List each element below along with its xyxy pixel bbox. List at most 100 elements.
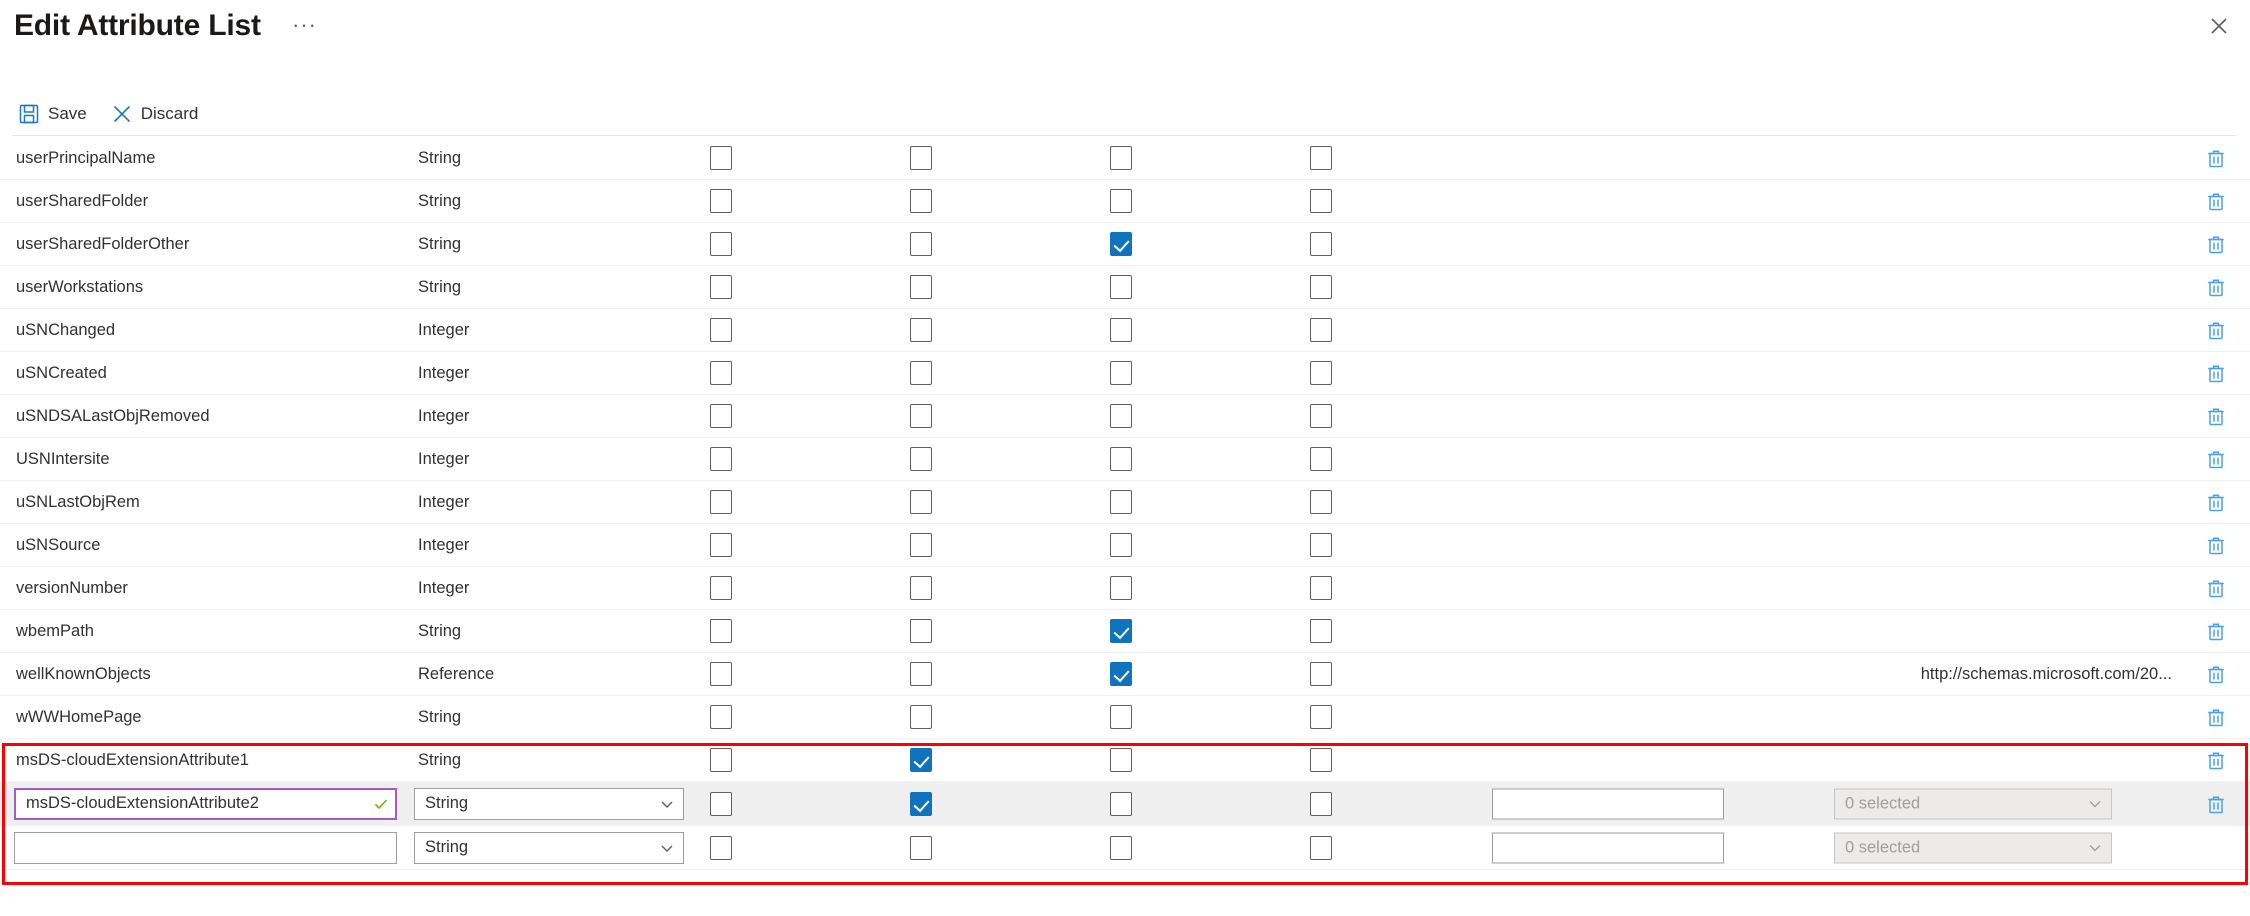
row-checkbox-col3[interactable]: [1110, 619, 1132, 643]
row-checkbox-col2[interactable]: [910, 533, 932, 557]
row-checkbox-col3[interactable]: [1110, 361, 1132, 385]
row-checkbox-col3[interactable]: [1110, 146, 1132, 170]
row-checkbox-col3[interactable]: [1110, 232, 1132, 256]
row-checkbox-col3[interactable]: [1110, 662, 1132, 686]
row-checkbox-col1[interactable]: [710, 662, 732, 686]
delete-row-button[interactable]: [2204, 748, 2228, 772]
row-checkbox-col4[interactable]: [1310, 275, 1332, 299]
delete-row-button[interactable]: [2204, 533, 2228, 557]
delete-row-button[interactable]: [2204, 232, 2228, 256]
attribute-value-input[interactable]: [1492, 788, 1724, 819]
row-checkbox-col1[interactable]: [710, 404, 732, 428]
row-checkbox-col3[interactable]: [1110, 490, 1132, 514]
row-checkbox-col4[interactable]: [1310, 146, 1332, 170]
row-checkbox-col3[interactable]: [1110, 533, 1132, 557]
row-checkbox-col1[interactable]: [710, 447, 732, 471]
row-checkbox-col1[interactable]: [710, 318, 732, 342]
row-checkbox-col2[interactable]: [910, 447, 932, 471]
delete-row-button[interactable]: [2204, 576, 2228, 600]
attribute-type-cell: String: [418, 707, 462, 726]
row-checkbox-col4[interactable]: [1310, 189, 1332, 213]
row-checkbox-col4[interactable]: [1310, 748, 1332, 772]
row-checkbox-col1[interactable]: [710, 533, 732, 557]
row-checkbox-col1[interactable]: [710, 705, 732, 729]
row-checkbox-col2[interactable]: [910, 791, 932, 816]
attribute-type-dropdown[interactable]: String: [414, 787, 684, 820]
attribute-name-cell: uSNDSALastObjRemoved: [16, 406, 210, 425]
delete-row-button[interactable]: [2204, 404, 2228, 428]
row-checkbox-col3[interactable]: [1110, 275, 1132, 299]
delete-row-button[interactable]: [2204, 490, 2228, 514]
row-checkbox-col4[interactable]: [1310, 404, 1332, 428]
row-checkbox-col4[interactable]: [1310, 318, 1332, 342]
row-checkbox-col1[interactable]: [710, 490, 732, 514]
row-checkbox-col1[interactable]: [710, 619, 732, 643]
row-checkbox-col3[interactable]: [1110, 404, 1132, 428]
row-checkbox-col1[interactable]: [710, 361, 732, 385]
row-checkbox-col1[interactable]: [710, 748, 732, 772]
row-checkbox-col4[interactable]: [1310, 490, 1332, 514]
row-checkbox-col2[interactable]: [910, 232, 932, 256]
delete-row-button[interactable]: [2204, 275, 2228, 299]
row-checkbox-col2[interactable]: [910, 619, 932, 643]
delete-row-button[interactable]: [2204, 792, 2228, 816]
row-checkbox-col2[interactable]: [910, 404, 932, 428]
row-checkbox-col4[interactable]: [1310, 705, 1332, 729]
attribute-type-dropdown[interactable]: String: [414, 831, 684, 864]
attribute-name-cell: userWorkstations: [16, 277, 144, 296]
row-checkbox-col3[interactable]: [1110, 835, 1132, 860]
row-checkbox-col3[interactable]: [1110, 447, 1132, 471]
delete-row-button[interactable]: [2204, 619, 2228, 643]
row-checkbox-col4[interactable]: [1310, 835, 1332, 860]
delete-row-button[interactable]: [2204, 705, 2228, 729]
command-bar: Save Discard: [0, 92, 2250, 136]
row-checkbox-col1[interactable]: [710, 835, 732, 860]
row-checkbox-col4[interactable]: [1310, 447, 1332, 471]
attribute-name-input[interactable]: [14, 787, 397, 820]
row-checkbox-col1[interactable]: [710, 275, 732, 299]
row-checkbox-col1[interactable]: [710, 576, 732, 600]
row-checkbox-col4[interactable]: [1310, 576, 1332, 600]
row-checkbox-col3[interactable]: [1110, 705, 1132, 729]
object-classes-multiselect: 0 selected: [1834, 832, 2112, 863]
delete-row-button[interactable]: [2204, 318, 2228, 342]
row-checkbox-col1[interactable]: [710, 146, 732, 170]
row-checkbox-col1[interactable]: [710, 791, 732, 816]
row-checkbox-col4[interactable]: [1310, 361, 1332, 385]
attribute-value-input[interactable]: [1492, 832, 1724, 863]
more-options-button[interactable]: ···: [292, 14, 317, 36]
row-checkbox-col4[interactable]: [1310, 791, 1332, 816]
save-button[interactable]: Save: [14, 96, 97, 132]
row-checkbox-col3[interactable]: [1110, 576, 1132, 600]
row-checkbox-col4[interactable]: [1310, 533, 1332, 557]
delete-row-button[interactable]: [2204, 447, 2228, 471]
discard-button[interactable]: Discard: [107, 96, 209, 132]
close-button[interactable]: [2202, 9, 2236, 43]
row-checkbox-col3[interactable]: [1110, 748, 1132, 772]
delete-row-button[interactable]: [2204, 189, 2228, 213]
row-checkbox-col3[interactable]: [1110, 318, 1132, 342]
row-checkbox-col4[interactable]: [1310, 619, 1332, 643]
attribute-name-input[interactable]: [14, 831, 397, 864]
trash-icon: [2208, 451, 2224, 469]
row-checkbox-col2[interactable]: [910, 318, 932, 342]
row-checkbox-col1[interactable]: [710, 189, 732, 213]
delete-row-button[interactable]: [2204, 361, 2228, 385]
row-checkbox-col2[interactable]: [910, 835, 932, 860]
row-checkbox-col2[interactable]: [910, 748, 932, 772]
delete-row-button[interactable]: [2204, 662, 2228, 686]
row-checkbox-col2[interactable]: [910, 189, 932, 213]
delete-row-button[interactable]: [2204, 146, 2228, 170]
row-checkbox-col1[interactable]: [710, 232, 732, 256]
row-checkbox-col3[interactable]: [1110, 189, 1132, 213]
row-checkbox-col2[interactable]: [910, 705, 932, 729]
row-checkbox-col4[interactable]: [1310, 662, 1332, 686]
row-checkbox-col4[interactable]: [1310, 232, 1332, 256]
row-checkbox-col2[interactable]: [910, 576, 932, 600]
row-checkbox-col2[interactable]: [910, 662, 932, 686]
row-checkbox-col2[interactable]: [910, 361, 932, 385]
row-checkbox-col2[interactable]: [910, 275, 932, 299]
row-checkbox-col2[interactable]: [910, 146, 932, 170]
row-checkbox-col3[interactable]: [1110, 791, 1132, 816]
row-checkbox-col2[interactable]: [910, 490, 932, 514]
